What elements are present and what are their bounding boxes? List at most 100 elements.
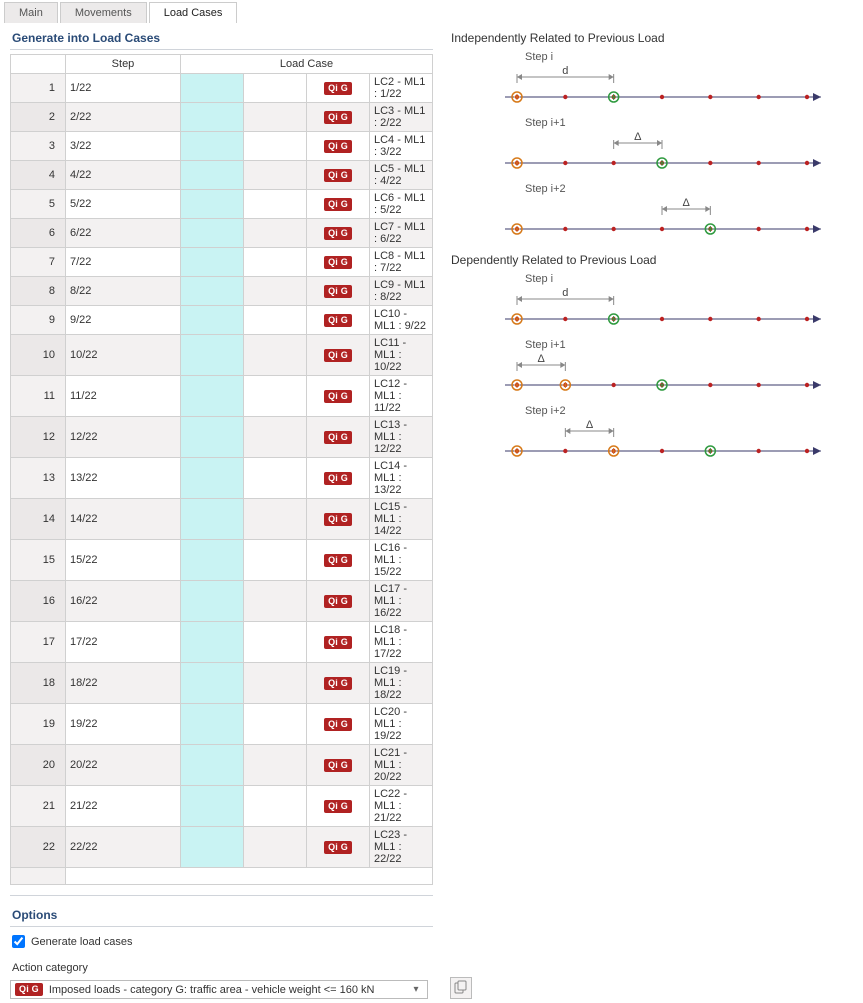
cell-loadcase[interactable]: LC6 - ML1 : 5/22 <box>370 190 433 219</box>
cell-color-a[interactable] <box>181 745 244 786</box>
cell-step[interactable]: 22/22 <box>66 827 181 868</box>
cell-loadcase[interactable]: LC13 - ML1 : 12/22 <box>370 417 433 458</box>
table-row[interactable]: 2121/22Qi GLC22 - ML1 : 21/22 <box>11 786 433 827</box>
cell-step[interactable]: 5/22 <box>66 190 181 219</box>
table-row[interactable]: 1616/22Qi GLC17 - ML1 : 16/22 <box>11 581 433 622</box>
cell-loadcase[interactable]: LC3 - ML1 : 2/22 <box>370 103 433 132</box>
cell-step[interactable]: 17/22 <box>66 622 181 663</box>
tab-main[interactable]: Main <box>4 2 58 23</box>
cell-color-a[interactable] <box>181 132 244 161</box>
cell-loadcase[interactable]: LC2 - ML1 : 1/22 <box>370 74 433 103</box>
table-row[interactable]: 11/22Qi GLC2 - ML1 : 1/22 <box>11 74 433 103</box>
cell-loadcase[interactable]: LC20 - ML1 : 19/22 <box>370 704 433 745</box>
table-row[interactable]: 1414/22Qi GLC15 - ML1 : 14/22 <box>11 499 433 540</box>
cell-loadcase[interactable]: LC21 - ML1 : 20/22 <box>370 745 433 786</box>
cell-color-b[interactable] <box>244 458 307 499</box>
cell-color-a[interactable] <box>181 161 244 190</box>
cell-color-b[interactable] <box>244 219 307 248</box>
tab-movements[interactable]: Movements <box>60 2 147 23</box>
cell-loadcase[interactable]: LC7 - ML1 : 6/22 <box>370 219 433 248</box>
cell-color-a[interactable] <box>181 74 244 103</box>
action-category-select[interactable]: Qi G Imposed loads - category G: traffic… <box>10 980 428 999</box>
cell-color-b[interactable] <box>244 376 307 417</box>
cell-color-a[interactable] <box>181 499 244 540</box>
cell-color-a[interactable] <box>181 219 244 248</box>
cell-color-b[interactable] <box>244 581 307 622</box>
cell-color-b[interactable] <box>244 499 307 540</box>
cell-loadcase[interactable]: LC11 - ML1 : 10/22 <box>370 335 433 376</box>
cell-step[interactable]: 4/22 <box>66 161 181 190</box>
cell-color-b[interactable] <box>244 827 307 868</box>
cell-color-a[interactable] <box>181 190 244 219</box>
cell-step[interactable]: 14/22 <box>66 499 181 540</box>
table-row[interactable]: 99/22Qi GLC10 - ML1 : 9/22 <box>11 306 433 335</box>
cell-color-a[interactable] <box>181 458 244 499</box>
cell-color-b[interactable] <box>244 306 307 335</box>
cell-step[interactable]: 13/22 <box>66 458 181 499</box>
cell-loadcase[interactable]: LC4 - ML1 : 3/22 <box>370 132 433 161</box>
table-row[interactable]: 1919/22Qi GLC20 - ML1 : 19/22 <box>11 704 433 745</box>
cell-color-a[interactable] <box>181 335 244 376</box>
table-row[interactable]: 1212/22Qi GLC13 - ML1 : 12/22 <box>11 417 433 458</box>
table-row[interactable]: 1515/22Qi GLC16 - ML1 : 15/22 <box>11 540 433 581</box>
generate-load-cases-checkbox[interactable] <box>12 935 25 948</box>
tab-load-cases[interactable]: Load Cases <box>149 2 238 23</box>
cell-step[interactable]: 7/22 <box>66 248 181 277</box>
table-row[interactable]: 77/22Qi GLC8 - ML1 : 7/22 <box>11 248 433 277</box>
cell-step[interactable]: 8/22 <box>66 277 181 306</box>
table-row[interactable]: 2222/22Qi GLC23 - ML1 : 22/22 <box>11 827 433 868</box>
cell-loadcase[interactable]: LC23 - ML1 : 22/22 <box>370 827 433 868</box>
cell-color-a[interactable] <box>181 417 244 458</box>
action-category-select-inner[interactable]: Imposed loads - category G: traffic area… <box>49 984 403 996</box>
cell-color-b[interactable] <box>244 622 307 663</box>
cell-step[interactable]: 20/22 <box>66 745 181 786</box>
table-row[interactable]: 22/22Qi GLC3 - ML1 : 2/22 <box>11 103 433 132</box>
cell-color-b[interactable] <box>244 663 307 704</box>
table-row[interactable]: 1010/22Qi GLC11 - ML1 : 10/22 <box>11 335 433 376</box>
cell-color-b[interactable] <box>244 704 307 745</box>
cell-color-a[interactable] <box>181 540 244 581</box>
cell-loadcase[interactable]: LC15 - ML1 : 14/22 <box>370 499 433 540</box>
cell-color-b[interactable] <box>244 277 307 306</box>
cell-step[interactable]: 19/22 <box>66 704 181 745</box>
table-row[interactable]: 1717/22Qi GLC18 - ML1 : 17/22 <box>11 622 433 663</box>
table-row[interactable]: 66/22Qi GLC7 - ML1 : 6/22 <box>11 219 433 248</box>
cell-color-a[interactable] <box>181 622 244 663</box>
cell-step[interactable]: 6/22 <box>66 219 181 248</box>
cell-loadcase[interactable]: LC9 - ML1 : 8/22 <box>370 277 433 306</box>
cell-color-a[interactable] <box>181 581 244 622</box>
cell-step[interactable]: 9/22 <box>66 306 181 335</box>
table-row[interactable]: 33/22Qi GLC4 - ML1 : 3/22 <box>11 132 433 161</box>
cell-step[interactable]: 3/22 <box>66 132 181 161</box>
cell-color-b[interactable] <box>244 190 307 219</box>
cell-color-a[interactable] <box>181 248 244 277</box>
table-row[interactable]: 1111/22Qi GLC12 - ML1 : 11/22 <box>11 376 433 417</box>
table-row[interactable]: 2020/22Qi GLC21 - ML1 : 20/22 <box>11 745 433 786</box>
cell-loadcase[interactable]: LC5 - ML1 : 4/22 <box>370 161 433 190</box>
cell-loadcase[interactable]: LC14 - ML1 : 13/22 <box>370 458 433 499</box>
cell-loadcase[interactable]: LC8 - ML1 : 7/22 <box>370 248 433 277</box>
cell-loadcase[interactable]: LC18 - ML1 : 17/22 <box>370 622 433 663</box>
cell-step[interactable]: 2/22 <box>66 103 181 132</box>
cell-color-b[interactable] <box>244 132 307 161</box>
cell-step[interactable]: 12/22 <box>66 417 181 458</box>
cell-color-b[interactable] <box>244 335 307 376</box>
cell-color-a[interactable] <box>181 827 244 868</box>
table-row[interactable]: 1818/22Qi GLC19 - ML1 : 18/22 <box>11 663 433 704</box>
cell-loadcase[interactable]: LC10 - ML1 : 9/22 <box>370 306 433 335</box>
cell-step[interactable]: 1/22 <box>66 74 181 103</box>
cell-color-b[interactable] <box>244 103 307 132</box>
cell-color-b[interactable] <box>244 161 307 190</box>
cell-color-a[interactable] <box>181 786 244 827</box>
cell-color-a[interactable] <box>181 277 244 306</box>
cell-color-a[interactable] <box>181 704 244 745</box>
cell-step[interactable]: 21/22 <box>66 786 181 827</box>
cell-color-b[interactable] <box>244 74 307 103</box>
cell-color-b[interactable] <box>244 417 307 458</box>
cell-loadcase[interactable]: LC19 - ML1 : 18/22 <box>370 663 433 704</box>
cell-color-b[interactable] <box>244 248 307 277</box>
cell-color-b[interactable] <box>244 745 307 786</box>
cell-step[interactable]: 11/22 <box>66 376 181 417</box>
table-row[interactable]: 55/22Qi GLC6 - ML1 : 5/22 <box>11 190 433 219</box>
cell-color-a[interactable] <box>181 376 244 417</box>
